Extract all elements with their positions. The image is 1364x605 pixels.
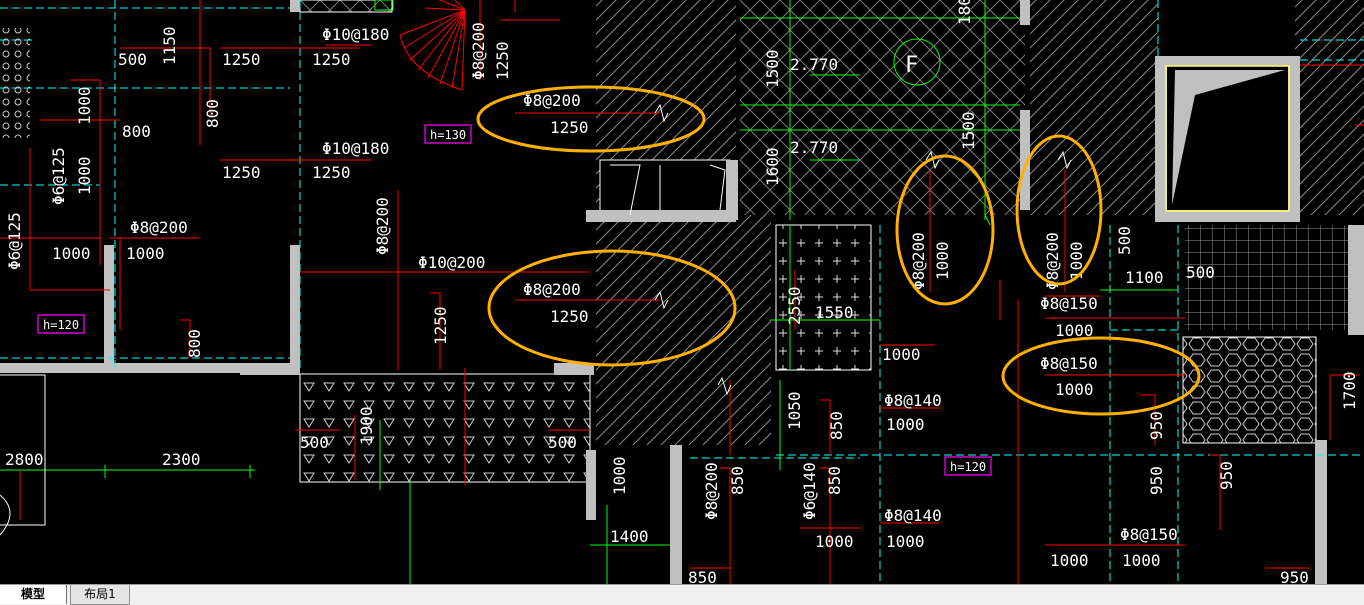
dim-label: 1250	[222, 50, 261, 69]
dim-label: 500	[548, 433, 577, 452]
tab-model[interactable]: 模型	[0, 585, 67, 604]
dim-label: 1250	[431, 306, 450, 345]
height-tag: h=120	[43, 318, 79, 332]
dim-label: 1250	[493, 41, 512, 80]
cad-drawing-canvas[interactable]: 500 1150 1250 Φ10@180 1250 Φ8@200 1250 1…	[0, 0, 1364, 584]
dim-label: 950	[1217, 461, 1236, 490]
rebar-label: Φ10@200	[418, 253, 485, 272]
rebar-label: Φ6@140	[800, 462, 819, 520]
dim-label: 850	[827, 411, 846, 440]
rebar-label: Φ10@180	[322, 139, 389, 158]
height-tag: h=120	[950, 460, 986, 474]
dim-label: 2800	[5, 450, 44, 469]
dim-label: 800	[203, 99, 222, 128]
dim-label: 950	[1280, 568, 1309, 584]
dim-label: 1250	[312, 163, 351, 182]
dim-label: 500	[118, 50, 147, 69]
dim-label: 500	[1186, 263, 1215, 282]
dim-label: 1000	[75, 156, 94, 195]
layout-tab-bar: 模型 布局1	[0, 584, 1364, 605]
dim-label: 1250	[550, 307, 589, 326]
dim-label: 800	[122, 122, 151, 141]
dim-label: 850	[825, 466, 844, 495]
dim-label: 1900	[357, 406, 376, 445]
rebar-label: Φ8@200	[523, 91, 581, 110]
grid-marker-label: F	[905, 53, 918, 78]
dim-label: 1000	[52, 244, 91, 263]
dim-label: 500	[1115, 226, 1134, 255]
dim-label: 1500	[763, 49, 782, 88]
rebar-label: Φ8@200	[702, 462, 721, 520]
dim-label: 1000	[815, 532, 854, 551]
dim-label: 1600	[763, 147, 782, 186]
rebar-label: Φ6@125	[5, 212, 24, 270]
dim-label: 1250	[312, 50, 351, 69]
dim-label: 1050	[785, 391, 804, 430]
rebar-label: Φ8@150	[1120, 525, 1178, 544]
elevation-label: 2.770	[790, 55, 838, 74]
dim-label: 1150	[160, 26, 179, 65]
tab-layout1[interactable]: 布局1	[70, 585, 130, 605]
dim-label: 1800	[955, 0, 974, 25]
dim-label: 1000	[886, 532, 925, 551]
rebar-label: Φ8@140	[884, 391, 942, 410]
dim-label: 1000	[1067, 241, 1086, 280]
dim-label: 1000	[1055, 380, 1094, 399]
dim-label: 1000	[933, 241, 952, 280]
dim-label: 1550	[815, 303, 854, 322]
rebar-label: Φ10@180	[322, 25, 389, 44]
dim-label: 500	[300, 433, 329, 452]
dim-label: 1250	[222, 163, 261, 182]
dim-label: 1000	[882, 345, 921, 364]
rebar-label: Φ8@200	[523, 280, 581, 299]
dim-label: 1000	[126, 244, 165, 263]
dim-label: 1000	[75, 86, 94, 125]
dim-label: 850	[728, 466, 747, 495]
dim-label: 1000	[1122, 551, 1161, 570]
dim-label: 1400	[610, 527, 649, 546]
rebar-label: Φ8@200	[130, 218, 188, 237]
dim-label: 850	[688, 568, 717, 584]
rebar-label: Φ8@150	[1040, 294, 1098, 313]
rebar-label: Φ8@200	[373, 197, 392, 255]
rebar-label: Φ8@200	[469, 22, 488, 80]
rebar-label: Φ6@125	[49, 147, 68, 205]
dim-label: 1500	[959, 111, 978, 150]
dim-label: 950	[1147, 411, 1166, 440]
dim-label: 1000	[1050, 551, 1089, 570]
height-tag: h=130	[430, 128, 466, 142]
dim-label: 1250	[550, 118, 589, 137]
dim-label: 1000	[886, 415, 925, 434]
dim-label: 1000	[610, 456, 629, 495]
dim-label: 950	[1147, 466, 1166, 495]
rebar-label: Φ8@140	[884, 506, 942, 525]
dim-label: 1100	[1125, 268, 1164, 287]
elevation-label: 2.770	[790, 138, 838, 157]
rebar-label: Φ8@150	[1040, 354, 1098, 373]
dim-label: 2300	[162, 450, 201, 469]
staircase-fan	[399, 0, 466, 91]
dim-label: 2550	[785, 286, 804, 325]
dim-label: 1700	[1340, 371, 1359, 410]
dim-label: 800	[185, 329, 204, 358]
